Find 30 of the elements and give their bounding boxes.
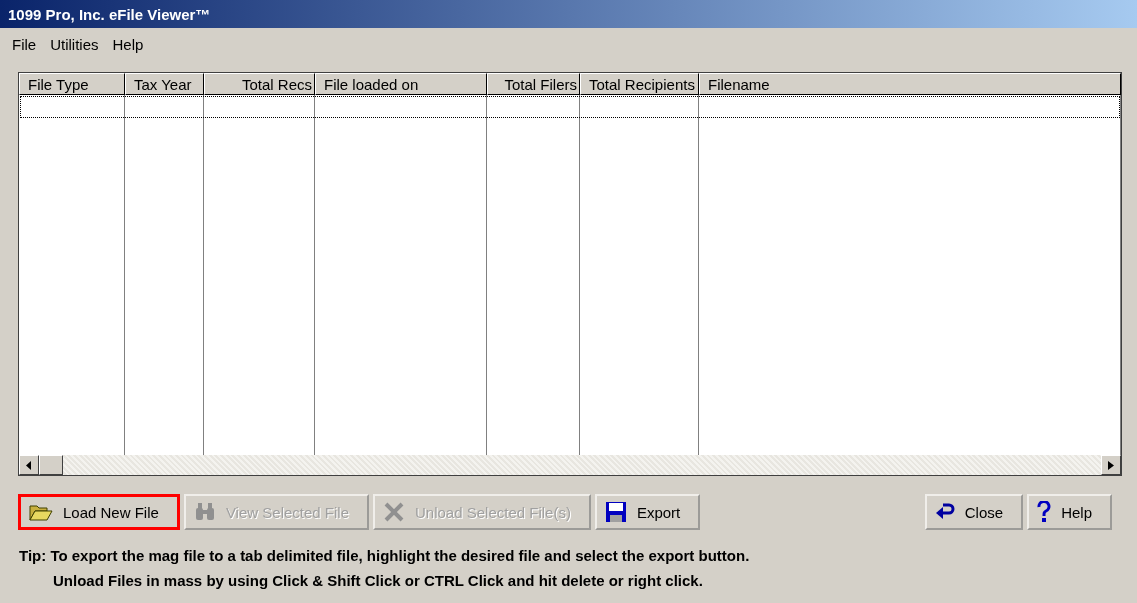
horizontal-scrollbar[interactable] (19, 455, 1121, 475)
scroll-right-button[interactable] (1101, 455, 1121, 475)
column-header[interactable]: Tax Year (125, 73, 204, 95)
column-header[interactable]: File loaded on (315, 73, 487, 95)
menu-item[interactable]: File (12, 36, 37, 62)
left-arrow-icon (26, 460, 32, 470)
focused-row[interactable] (20, 96, 1120, 118)
toolbar-button[interactable]: Load New File (18, 494, 180, 530)
question-mark-icon (1037, 501, 1052, 523)
column-header[interactable]: File Type (19, 73, 125, 95)
file-table[interactable]: File Type Tax Year Total Recs File loaded on Total Filers Total Recipients Filename (18, 72, 1122, 476)
x-icon (383, 501, 405, 523)
window-title: 1099 Pro, Inc. eFile Viewer™ (0, 0, 1137, 28)
toolbar-button[interactable]: Help (1027, 494, 1112, 530)
return-arrow-icon (934, 502, 955, 522)
right-arrow-icon (1108, 460, 1114, 470)
column-header[interactable]: Filename (699, 73, 1121, 95)
tip-text: Tip: To export the mag file to a tab delimited file, highlight the desired file and select the export button. (19, 547, 751, 564)
column-header[interactable]: Total Recs (204, 73, 315, 95)
column-header[interactable]: Total Recipients (580, 73, 699, 95)
folder-icon (29, 502, 53, 522)
tip-text: Unload Files in mass by using Click & Shift Click or CTRL Click and hit delete or right click. (53, 572, 704, 589)
toolbar-button[interactable]: Export (594, 494, 701, 530)
toolbar-button[interactable]: Close (924, 494, 1024, 530)
binoculars-icon (193, 502, 216, 522)
menu-item[interactable]: Utilities (50, 36, 99, 62)
scroll-left-button[interactable] (19, 455, 39, 475)
menu-item[interactable]: Help (112, 36, 144, 62)
scroll-thumb[interactable] (39, 455, 63, 475)
column-header[interactable]: Total Filers (487, 73, 580, 95)
